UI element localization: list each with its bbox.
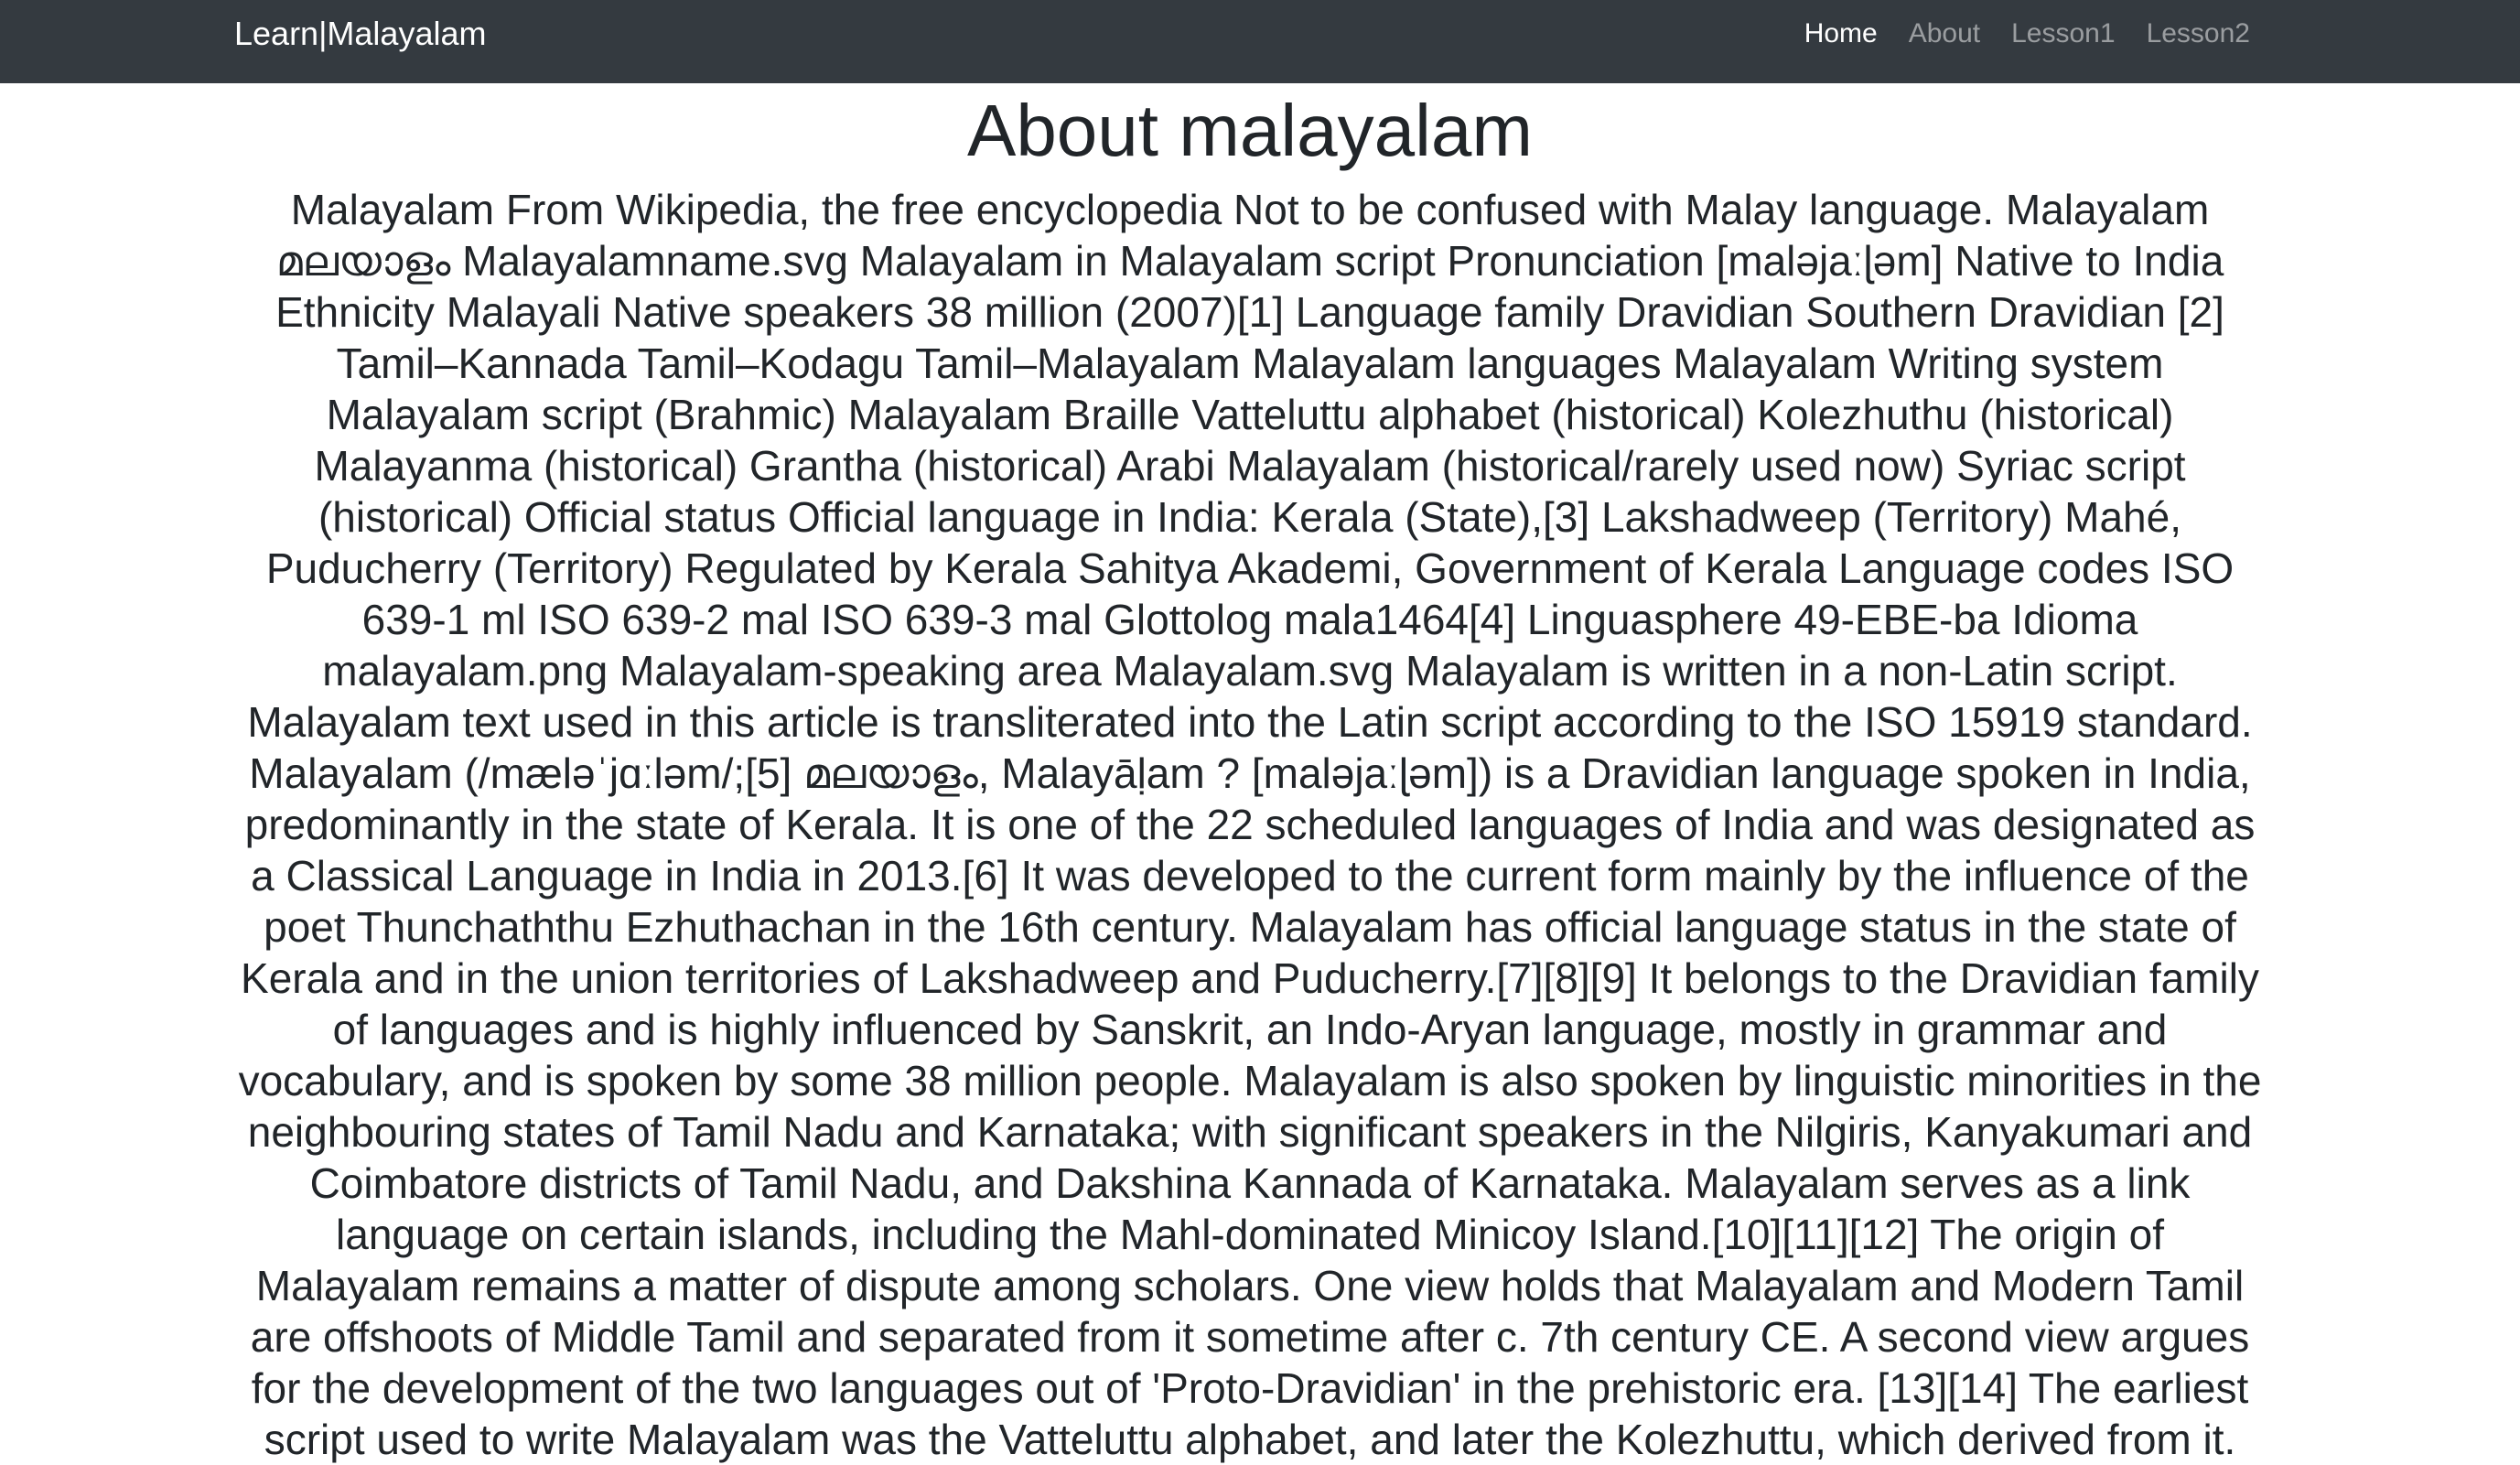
nav-link-lesson1[interactable]: Lesson1: [1996, 0, 2130, 68]
brand-link[interactable]: Learn|Malayalam: [234, 0, 486, 68]
page-title: About malayalam: [966, 90, 1534, 171]
main-content: About malayalam Malayalam From Wikipedia…: [234, 83, 2266, 1465]
top-navbar: Learn|Malayalam Home About Lesson1 Lesso…: [0, 0, 2520, 83]
nav-link-about[interactable]: About: [1893, 0, 1996, 68]
nav-link-home[interactable]: Home: [1789, 0, 1893, 68]
article-body: Malayalam From Wikipedia, the free encyc…: [238, 186, 2262, 1463]
nav-link-lesson2[interactable]: Lesson2: [2131, 0, 2250, 68]
nav-links: Home About Lesson1 Lesson2: [1789, 0, 2250, 68]
